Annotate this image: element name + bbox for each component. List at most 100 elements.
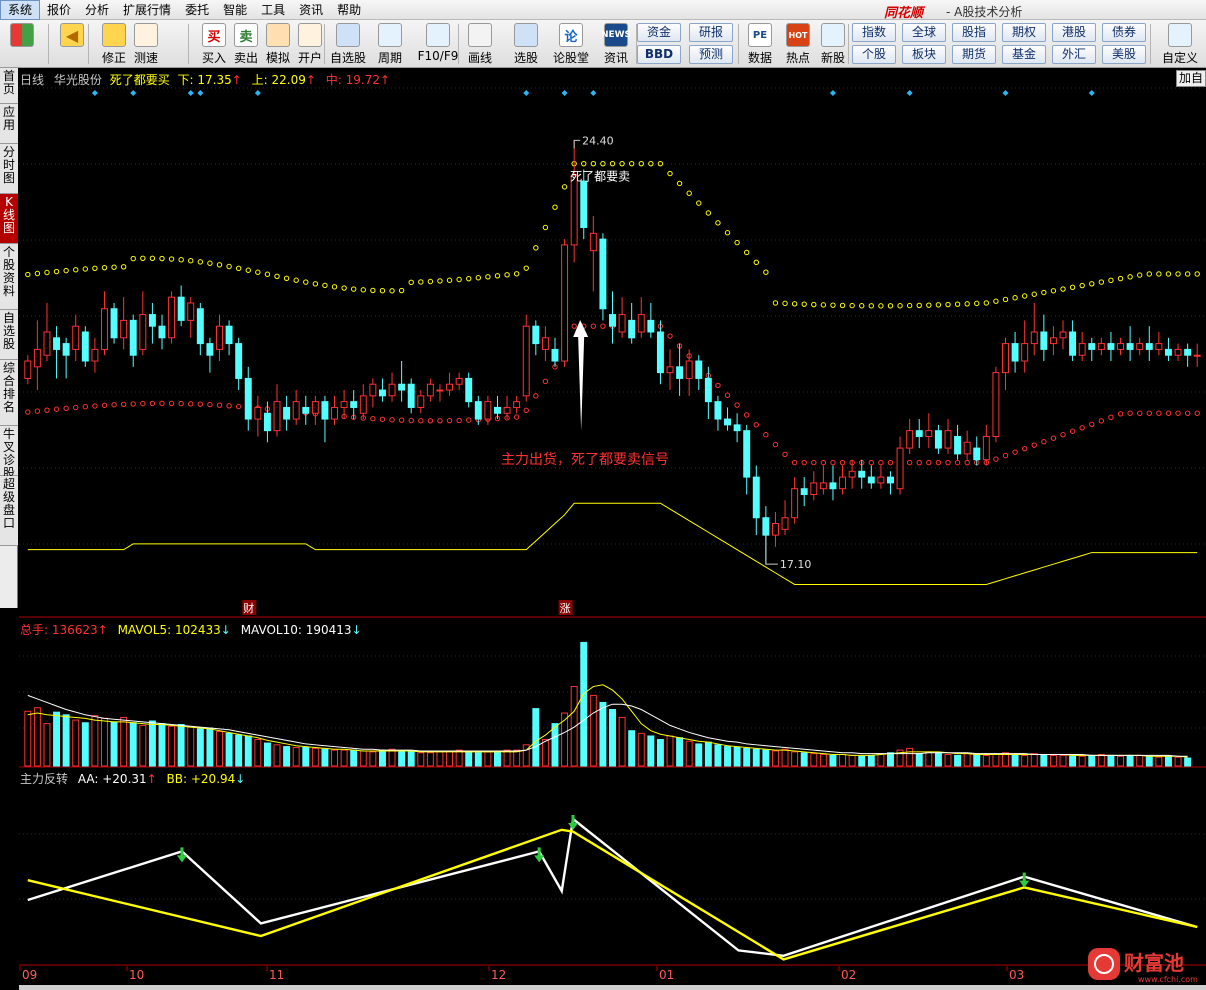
cycle-button[interactable]: 周期 [372, 23, 408, 67]
menu-item-5[interactable]: 智能 [216, 0, 254, 20]
menu-item-7[interactable]: 资讯 [292, 0, 330, 20]
candle [436, 384, 444, 402]
upper-band-dot [82, 266, 89, 272]
middle-band-dot [1012, 449, 1018, 455]
menu-item-0[interactable]: 系统 [0, 0, 41, 20]
back-button[interactable]: ◀ [56, 23, 88, 67]
upper-band-dot [264, 271, 271, 277]
quick-button-8[interactable]: 股指 [952, 23, 996, 42]
quick-button-4[interactable]: 指数 [852, 23, 896, 42]
quick-button-5[interactable]: 个股 [852, 45, 896, 64]
volume-bar [43, 723, 51, 767]
sidebar-tab-3[interactable]: K线图 [0, 194, 18, 244]
quick-button-3[interactable]: 预测 [689, 45, 733, 64]
indicator-name[interactable]: 死了都要买 [110, 73, 170, 87]
period-label[interactable]: 日线 [20, 73, 44, 87]
volume-bar [216, 731, 223, 767]
candle [359, 384, 367, 420]
volume-bar [973, 754, 981, 767]
upper-band-dot [782, 300, 788, 307]
candle-body [887, 476, 894, 484]
quick-button-10[interactable]: 期权 [1002, 23, 1046, 42]
middle-band-dot [791, 459, 798, 466]
candle-body [503, 406, 511, 414]
middle-band-dot [168, 400, 175, 407]
clock-button[interactable]: 测速 [128, 23, 164, 67]
diamond-marker [187, 90, 194, 96]
menu-item-1[interactable]: 报价 [40, 0, 78, 20]
middle-band-dot [801, 459, 807, 466]
middle-band-dot [1136, 410, 1143, 416]
news-button[interactable]: NEWS 资讯 [598, 23, 634, 67]
middle-band-dot [63, 405, 69, 412]
quick-button-12[interactable]: 港股 [1052, 23, 1096, 42]
candle [196, 302, 204, 356]
sidebar-tab-7[interactable]: 牛叉诊股 [0, 426, 18, 480]
middle-band-dot [1079, 425, 1085, 431]
candle [72, 314, 80, 362]
f10-button[interactable]: F10/F9 [416, 23, 460, 67]
menu-item-4[interactable]: 委托 [178, 0, 216, 20]
volume-bar [407, 751, 415, 767]
volume-bar [944, 754, 952, 767]
sidebar-tab-2[interactable]: 分时图 [0, 144, 18, 194]
menu-item-3[interactable]: 扩展行情 [116, 0, 178, 20]
custom-button[interactable]: 自定义 [1158, 23, 1202, 67]
middle-band-dot [542, 378, 549, 385]
candle-body [925, 430, 933, 437]
quick-button-13[interactable]: 外汇 [1052, 45, 1096, 64]
sidebar-tab-6[interactable]: 综合排名 [0, 360, 18, 426]
sidebar-tab-0[interactable]: 首页 [0, 68, 18, 104]
candle-body [196, 308, 204, 345]
indicator-tab-strip[interactable] [19, 985, 1206, 990]
kline-chart[interactable]: 24.40 17.10 死了都要卖主力出货，死了都要卖信号财 涨 [19, 86, 1206, 618]
watermark-logo: 财富池 www.cfchi.com [1088, 948, 1198, 984]
quick-button-14[interactable]: 债券 [1102, 23, 1146, 42]
volume-bar [666, 735, 674, 767]
sidebar-tab-5[interactable]: 自选股 [0, 310, 18, 360]
volume-bar [647, 735, 655, 767]
quick-button-7[interactable]: 板块 [902, 45, 946, 64]
quick-button-15[interactable]: 美股 [1102, 45, 1146, 64]
toolbar-label: 周期 [377, 51, 402, 65]
middle-band-dot [379, 416, 386, 422]
pen-button[interactable]: 画线 [462, 23, 498, 67]
candle-body [465, 377, 473, 403]
add-watchlist-button[interactable]: 加自选 [1176, 70, 1206, 87]
pe-button[interactable]: PE 数据 [742, 23, 778, 67]
menu-item-8[interactable]: 帮助 [330, 0, 368, 20]
volume-chart[interactable] [19, 620, 1206, 768]
upper-band-dot [283, 275, 290, 281]
upper-band-dot [772, 300, 779, 306]
menu-item-6[interactable]: 工具 [254, 0, 292, 20]
sidebar-tab-8[interactable]: 超级盘口 [0, 476, 18, 546]
middle-band-dot [1194, 410, 1200, 416]
upper-band-dot [53, 268, 60, 275]
forum-button[interactable]: 论论股堂 [553, 23, 589, 67]
screen-button[interactable]: 选股 [508, 23, 544, 67]
quick-button-0[interactable]: 资金 [637, 23, 681, 42]
candle-body [973, 447, 981, 461]
layout-button[interactable] [6, 23, 38, 67]
quick-button-9[interactable]: 期货 [952, 45, 996, 64]
quick-button-2[interactable]: 研报 [689, 23, 733, 42]
candle-body [829, 482, 837, 490]
lock-button[interactable]: 开户 [292, 23, 328, 67]
candle-body [350, 401, 358, 408]
quick-button-11[interactable]: 基金 [1002, 45, 1046, 64]
star-button[interactable]: 自选股 [330, 23, 366, 67]
indicator-chart[interactable] [19, 768, 1206, 966]
candle-body [906, 430, 914, 449]
candle-body [1136, 343, 1144, 350]
middle-band-dot [935, 459, 942, 466]
newstock-button[interactable]: 新股 [815, 23, 851, 67]
sidebar-tab-4[interactable]: 个股资料 [0, 244, 18, 310]
quick-button-1[interactable]: BBD [637, 45, 681, 64]
menu-item-2[interactable]: 分析 [78, 0, 116, 20]
volume-bar [532, 708, 540, 767]
upper-band-dot [293, 277, 299, 283]
quick-button-6[interactable]: 全球 [902, 23, 946, 42]
sidebar-tab-1[interactable]: 应用 [0, 104, 18, 144]
candle [800, 477, 808, 507]
candle [33, 320, 41, 391]
